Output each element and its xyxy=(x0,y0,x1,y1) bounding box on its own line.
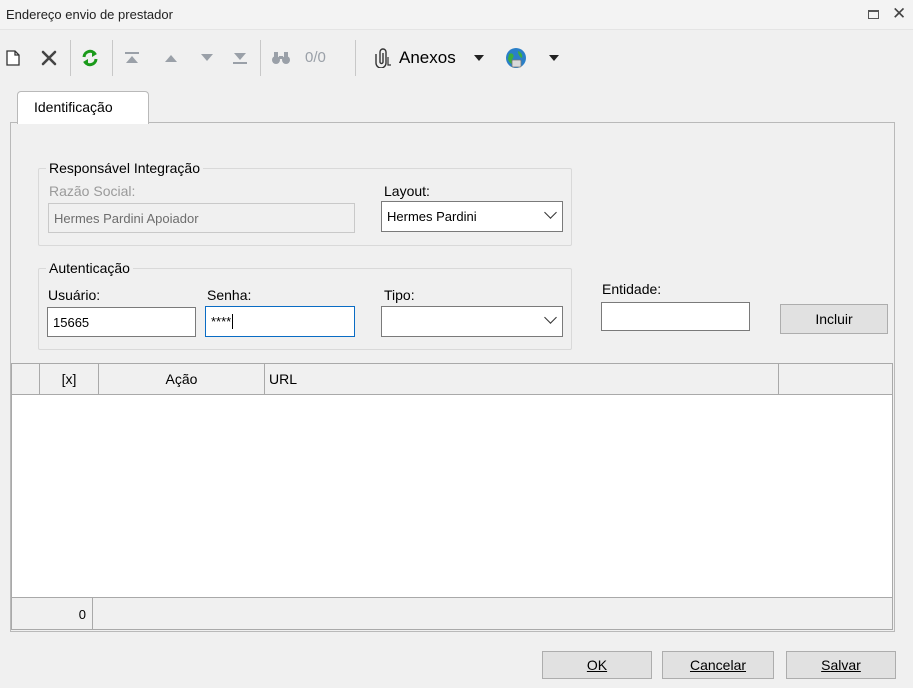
usuario-label: Usuário: xyxy=(48,287,101,303)
new-icon[interactable] xyxy=(2,40,24,76)
layout-select-value: Hermes Pardini xyxy=(387,209,477,224)
chevron-down-icon xyxy=(544,206,557,219)
cancel-button-label: Cancelar xyxy=(689,657,747,673)
grid-row-header-cell xyxy=(12,364,40,394)
razao-social-field: Hermes Pardini Apoiador xyxy=(48,203,355,233)
text-caret xyxy=(232,314,234,329)
layout-label: Layout: xyxy=(384,183,430,199)
tipo-label: Tipo: xyxy=(384,287,415,303)
column-header-acao[interactable]: Ação xyxy=(99,364,265,394)
previous-record-icon[interactable] xyxy=(160,40,182,76)
record-counter: 0/0 xyxy=(305,49,326,66)
anexos-button[interactable]: Anexos xyxy=(399,48,456,68)
ok-button[interactable]: OK xyxy=(542,651,652,679)
window-title: Endereço envio de prestador xyxy=(6,7,173,22)
column-header-url[interactable]: URL xyxy=(265,364,779,394)
attachment-icon[interactable] xyxy=(369,40,397,76)
last-record-icon[interactable] xyxy=(228,40,252,76)
tab-identificacao-label: Identificação xyxy=(34,99,113,115)
search-binoculars-icon[interactable] xyxy=(266,40,296,76)
entidade-field[interactable] xyxy=(601,302,750,331)
restore-icon[interactable] xyxy=(868,10,879,19)
close-icon[interactable]: ✕ xyxy=(892,4,906,24)
globe-icon[interactable] xyxy=(500,40,532,76)
save-button-label: Salvar xyxy=(821,657,861,673)
title-bar: Endereço envio de prestador ✕ xyxy=(0,0,913,30)
column-header-filler xyxy=(779,364,892,394)
layout-select[interactable]: Hermes Pardini xyxy=(381,201,563,232)
senha-label: Senha: xyxy=(207,287,252,303)
toolbar-separator xyxy=(260,40,261,76)
ok-button-label: OK xyxy=(586,657,608,673)
next-record-icon[interactable] xyxy=(196,40,218,76)
toolbar-separator xyxy=(70,40,71,76)
column-header-select[interactable]: [x] xyxy=(40,364,99,394)
grid-row-count: 0 xyxy=(12,598,93,629)
razao-social-label: Razão Social: xyxy=(49,183,136,199)
entidade-label: Entidade: xyxy=(602,281,662,297)
save-button[interactable]: Salvar xyxy=(786,651,896,679)
senha-value: **** xyxy=(211,314,232,329)
senha-field[interactable]: **** xyxy=(205,306,355,337)
tipo-select[interactable] xyxy=(381,306,563,337)
group-autenticacao-legend: Autenticação xyxy=(46,260,133,276)
toolbar-separator xyxy=(355,40,356,76)
grid-header: [x] Ação URL xyxy=(12,364,892,395)
refresh-icon[interactable] xyxy=(77,40,103,76)
usuario-field[interactable]: 15665 xyxy=(47,307,196,337)
first-record-icon[interactable] xyxy=(120,40,144,76)
chevron-down-icon xyxy=(544,311,557,324)
incluir-button[interactable]: Incluir xyxy=(780,304,888,334)
url-grid: [x] Ação URL 0 xyxy=(11,363,893,630)
toolbar-separator xyxy=(112,40,113,76)
grid-footer: 0 xyxy=(12,597,892,629)
group-responsavel-legend: Responsável Integração xyxy=(46,160,203,176)
delete-icon[interactable] xyxy=(36,40,62,76)
globe-dropdown-icon[interactable] xyxy=(545,40,563,76)
anexos-dropdown-icon[interactable] xyxy=(470,40,488,76)
cancel-button[interactable]: Cancelar xyxy=(662,651,774,679)
